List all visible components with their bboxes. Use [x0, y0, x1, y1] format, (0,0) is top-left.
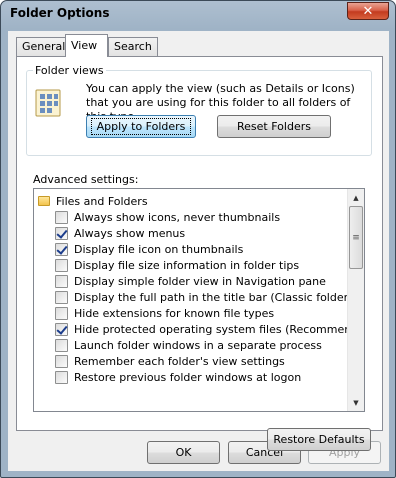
scrollbar-thumb[interactable]: ≡	[349, 206, 363, 269]
setting-checkbox[interactable]	[55, 306, 68, 320]
apply-to-folders-label: Apply to Folders	[90, 118, 192, 135]
tab-view[interactable]: View	[65, 34, 108, 57]
setting-label: Display file icon on thumbnails	[74, 242, 244, 256]
setting-label: Always show menus	[74, 226, 186, 240]
tree-root-files-and-folders: Files and Folders	[38, 193, 148, 209]
setting-row[interactable]: Restore previous folder windows at logon	[55, 369, 301, 385]
setting-row[interactable]: Display file size information in folder …	[55, 257, 299, 273]
scroll-up-icon[interactable]: ▲	[348, 189, 364, 206]
tab-general[interactable]: General	[16, 37, 72, 56]
scroll-down-icon[interactable]: ▼	[348, 394, 364, 411]
vertical-scrollbar[interactable]: ▲ ≡ ▼	[347, 189, 364, 411]
advanced-settings-label: Advanced settings:	[33, 173, 139, 186]
setting-label: Always show icons, never thumbnails	[74, 210, 281, 224]
setting-checkbox[interactable]	[55, 258, 68, 272]
setting-checkbox[interactable]	[55, 338, 68, 352]
setting-checkbox[interactable]	[55, 226, 68, 240]
setting-checkbox[interactable]	[55, 290, 68, 304]
setting-row[interactable]: Launch folder windows in a separate proc…	[55, 337, 322, 353]
restore-defaults-button[interactable]: Restore Defaults	[267, 428, 371, 451]
reset-folders-button[interactable]: Reset Folders	[217, 115, 331, 138]
dialog-client-area: General View Search Folder views You can…	[8, 31, 389, 471]
folder-view-icon	[35, 89, 61, 117]
setting-label: Remember each folder's view settings	[74, 354, 285, 368]
setting-row[interactable]: Display file icon on thumbnails	[55, 241, 243, 257]
setting-checkbox[interactable]	[55, 370, 68, 384]
apply-to-folders-button[interactable]: Apply to Folders	[86, 115, 196, 138]
folder-options-window: Folder Options ✕ General View Search Fol…	[0, 0, 396, 478]
view-tab-panel: Folder views You can apply the view (suc…	[16, 56, 383, 451]
setting-label: Display the full path in the title bar (…	[74, 290, 365, 304]
setting-checkbox[interactable]	[55, 242, 68, 256]
setting-label: Display file size information in folder …	[74, 258, 300, 272]
close-button[interactable]: ✕	[347, 2, 389, 20]
setting-checkbox[interactable]	[55, 210, 68, 224]
setting-row[interactable]: Hide protected operating system files (R…	[55, 321, 365, 337]
close-icon: ✕	[362, 3, 374, 19]
setting-label: Hide extensions for known file types	[74, 306, 275, 320]
tab-search[interactable]: Search	[108, 37, 158, 56]
setting-label: Launch folder windows in a separate proc…	[74, 338, 322, 352]
setting-row[interactable]: Display simple folder view in Navigation…	[55, 273, 326, 289]
setting-row[interactable]: Always show icons, never thumbnails	[55, 209, 280, 225]
setting-checkbox[interactable]	[55, 322, 68, 336]
window-title: Folder Options	[10, 6, 110, 20]
ok-button[interactable]: OK	[147, 441, 220, 464]
setting-row[interactable]: Hide extensions for known file types	[55, 305, 274, 321]
setting-label: Hide protected operating system files (R…	[74, 322, 365, 336]
setting-checkbox[interactable]	[55, 354, 68, 368]
setting-row[interactable]: Remember each folder's view settings	[55, 353, 285, 369]
advanced-settings-tree[interactable]: Files and Folders Always show icons, nev…	[33, 188, 365, 412]
folder-icon	[38, 196, 50, 206]
setting-label: Display simple folder view in Navigation…	[74, 274, 326, 288]
setting-row[interactable]: Display the full path in the title bar (…	[55, 289, 365, 305]
setting-label: Restore previous folder windows at logon	[74, 370, 302, 384]
setting-checkbox[interactable]	[55, 274, 68, 288]
folder-views-label: Folder views	[33, 64, 106, 77]
folder-views-group: Folder views You can apply the view (suc…	[26, 64, 372, 156]
tree-root-label: Files and Folders	[56, 194, 148, 208]
setting-row[interactable]: Always show menus	[55, 225, 185, 241]
